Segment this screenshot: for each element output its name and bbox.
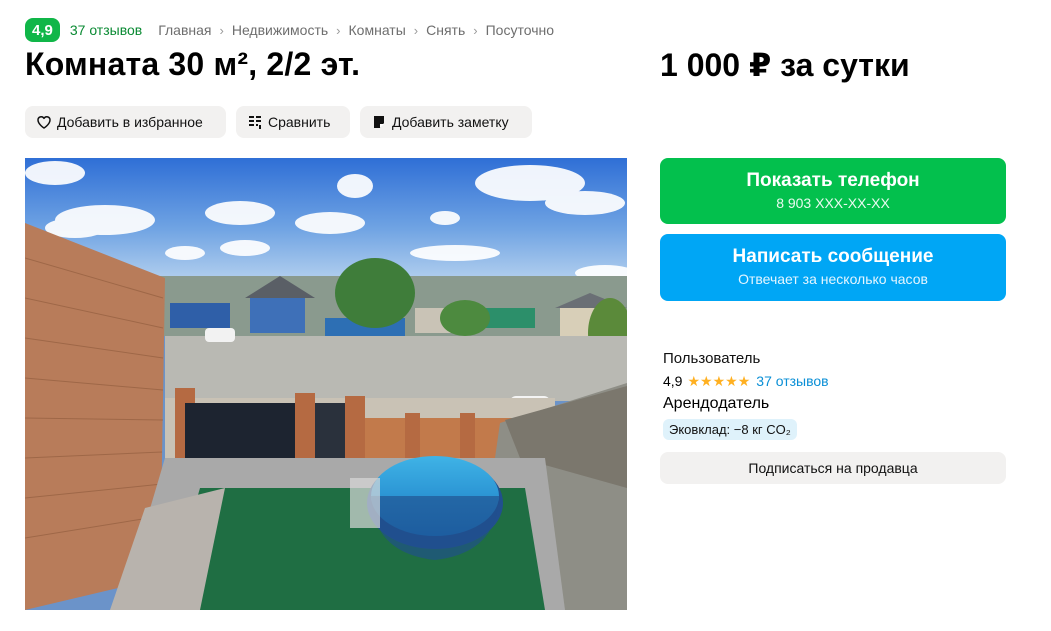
- response-time-text: Отвечает за несколько часов: [738, 271, 928, 287]
- compare-button[interactable]: Сравнить: [236, 106, 350, 138]
- seller-name[interactable]: Пользователь: [663, 350, 829, 367]
- show-phone-label: Показать телефон: [746, 170, 920, 191]
- star-icon: ★: [725, 373, 738, 389]
- reviews-link[interactable]: 37 отзывов: [70, 22, 142, 38]
- rating-badge: 4,9: [25, 18, 60, 42]
- chevron-right-icon: ›: [473, 22, 478, 38]
- heart-icon: [37, 116, 51, 129]
- seller-rating-value: 4,9: [663, 373, 683, 389]
- breadcrumb-item-daily[interactable]: Посуточно: [486, 22, 554, 38]
- seller-rating: 4,9 ★ ★ ★ ★ ★ 37 отзывов: [663, 373, 829, 389]
- add-note-button[interactable]: Добавить заметку: [360, 106, 532, 138]
- add-to-favorites-label: Добавить в избранное: [57, 114, 203, 130]
- phone-number-masked: 8 903 XXX-XX-XX: [776, 195, 890, 211]
- add-to-favorites-button[interactable]: Добавить в избранное: [25, 106, 226, 138]
- breadcrumb: Главная › Недвижимость › Комнаты › Снять…: [158, 22, 554, 38]
- chevron-right-icon: ›: [336, 22, 341, 38]
- seller-role: Арендодатель: [663, 395, 770, 412]
- compare-icon: [249, 116, 261, 129]
- seller-reviews-link[interactable]: 37 отзывов: [756, 373, 828, 389]
- listing-price: 1 000 ₽ за сутки: [660, 47, 910, 83]
- seller-info: Пользователь 4,9 ★ ★ ★ ★ ★ 37 отзывов Ар…: [663, 350, 829, 413]
- write-message-button[interactable]: Написать сообщение Отвечает за несколько…: [660, 234, 1006, 301]
- listing-title: Комната 30 м², 2/2 эт.: [25, 46, 361, 82]
- breadcrumb-item-realty[interactable]: Недвижимость: [232, 22, 328, 38]
- header-meta: 4,9 37 отзывов Главная › Недвижимость › …: [25, 18, 554, 42]
- show-phone-button[interactable]: Показать телефон 8 903 XXX-XX-XX: [660, 158, 1006, 224]
- compare-label: Сравнить: [268, 114, 331, 130]
- add-note-label: Добавить заметку: [392, 114, 509, 130]
- star-icon: ★: [700, 373, 713, 389]
- listing-photo[interactable]: [25, 158, 627, 610]
- seller-stars: ★ ★ ★ ★ ★: [687, 374, 750, 388]
- chevron-right-icon: ›: [413, 22, 419, 38]
- chevron-right-icon: ›: [219, 22, 224, 38]
- breadcrumb-item-rooms[interactable]: Комнаты: [349, 22, 406, 38]
- breadcrumb-item-home[interactable]: Главная: [158, 22, 211, 38]
- breadcrumb-item-rent[interactable]: Снять: [426, 22, 465, 38]
- write-message-label: Написать сообщение: [732, 246, 934, 267]
- star-icon: ★: [737, 373, 751, 389]
- star-icon: ★: [687, 373, 701, 389]
- star-icon: ★: [712, 373, 726, 389]
- listing-photo-image: [25, 158, 627, 610]
- eco-contribution-badge[interactable]: Эковклад: −8 кг CO₂: [663, 419, 797, 440]
- note-icon: [374, 116, 384, 128]
- subscribe-seller-button[interactable]: Подписаться на продавца: [660, 452, 1006, 484]
